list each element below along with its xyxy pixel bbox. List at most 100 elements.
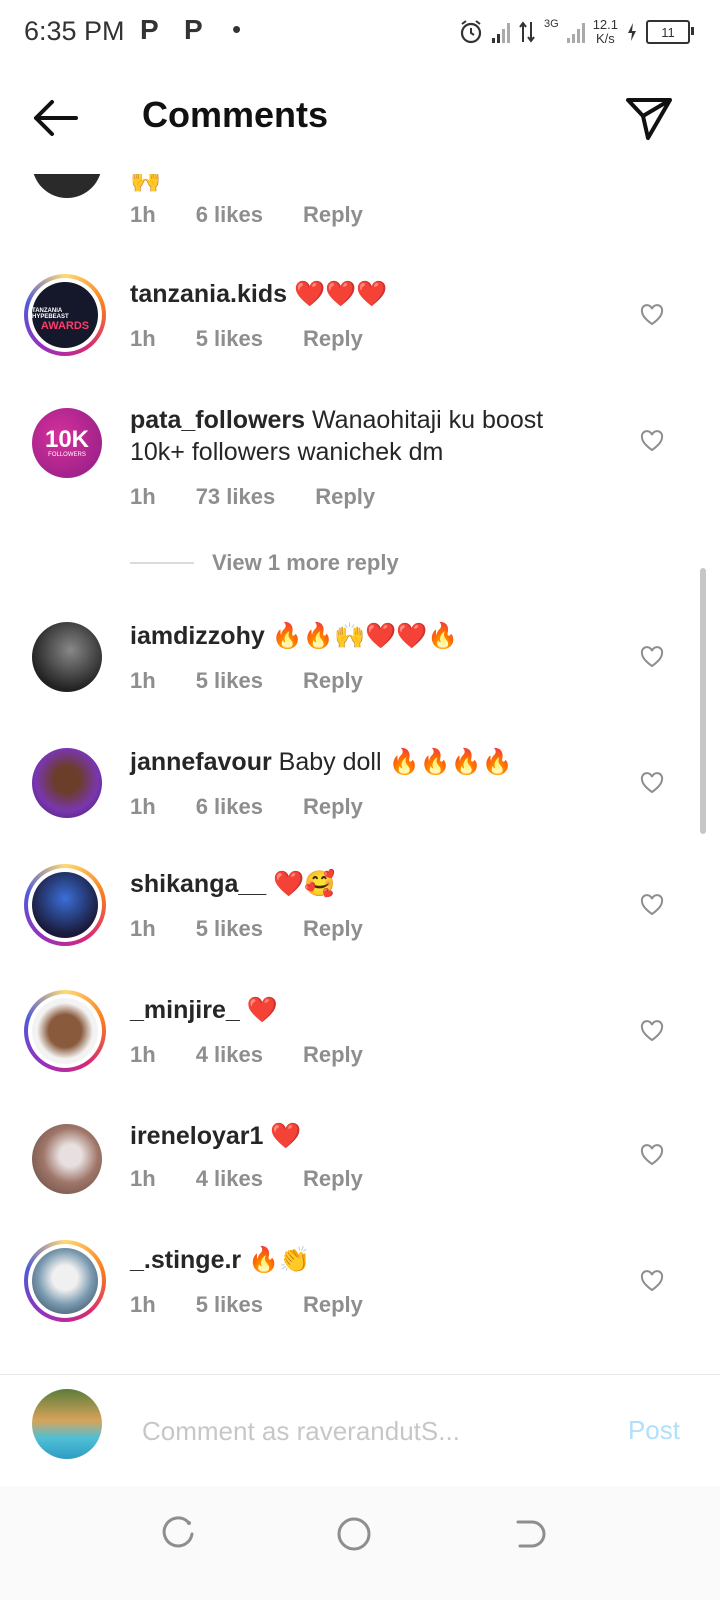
heart-icon[interactable]: [640, 894, 664, 916]
status-icons: 3G 12.1 K/s 11: [458, 14, 694, 50]
avatar[interactable]: [32, 622, 102, 692]
comment-username[interactable]: ireneloyar1: [130, 1122, 263, 1150]
view-more-replies-button[interactable]: View 1 more reply: [130, 550, 399, 576]
reply-button[interactable]: Reply: [303, 1292, 363, 1318]
system-nav-bar: [0, 1486, 720, 1600]
comment-username[interactable]: pata_followers: [130, 406, 305, 434]
comment-time: 1h: [130, 1292, 156, 1317]
speed-unit: K/s: [595, 31, 615, 46]
avatar[interactable]: [24, 990, 106, 1072]
comment-body: ❤️🥰: [273, 870, 336, 898]
signal-icon: [566, 21, 585, 43]
avatar[interactable]: [24, 1240, 106, 1322]
back-nav-icon[interactable]: [510, 1514, 550, 1554]
reply-button[interactable]: Reply: [303, 1166, 363, 1192]
heart-icon[interactable]: [640, 1144, 664, 1166]
comment-likes[interactable]: 5 likes: [196, 916, 263, 942]
comment-username[interactable]: tanzania.kids: [130, 280, 287, 308]
avatar[interactable]: TANZANIA HYPEBEAST AWARDS: [24, 274, 106, 356]
back-arrow-icon[interactable]: [30, 96, 80, 140]
comment-meta: 1h 6 likes Reply: [130, 794, 403, 820]
reply-button[interactable]: Reply: [303, 794, 363, 820]
battery-level: 11: [661, 24, 675, 40]
avatar-caption: FOLLOWERS: [48, 452, 86, 458]
comment-likes[interactable]: 5 likes: [196, 326, 263, 352]
header: Comments: [0, 64, 720, 174]
post-button[interactable]: Post: [628, 1415, 680, 1446]
alarm-icon: [460, 20, 482, 44]
charging-icon: [628, 23, 636, 41]
comment-meta: 1h 6 likes Reply: [130, 202, 403, 228]
comment-likes[interactable]: 6 likes: [196, 202, 263, 228]
comment-likes[interactable]: 4 likes: [196, 1166, 263, 1192]
comment-time: 1h: [130, 326, 156, 351]
comment-text: tanzania.kids ❤️❤️❤️: [130, 278, 600, 310]
avatar[interactable]: [32, 1124, 102, 1194]
comments-list[interactable]: 🙌 1h 6 likes Reply TANZANIA HYPEBEAST AW…: [0, 174, 720, 1374]
comment-time: 1h: [130, 794, 156, 819]
comment-likes[interactable]: 73 likes: [196, 484, 276, 510]
direct-send-icon[interactable]: [624, 94, 674, 144]
reply-button[interactable]: Reply: [303, 1042, 363, 1068]
signal-icon: [492, 21, 510, 43]
comment-body: Baby doll 🔥🔥🔥🔥: [278, 748, 513, 776]
status-bar: 6:35 PM P P • 3G 12.1 K/s 11: [0, 0, 720, 64]
comment-likes[interactable]: 6 likes: [196, 794, 263, 820]
comment-time: 1h: [130, 484, 156, 509]
comment-username[interactable]: jannefavour: [130, 748, 272, 776]
avatar[interactable]: 10K FOLLOWERS: [32, 408, 102, 478]
avatar[interactable]: [24, 864, 106, 946]
comment-meta: 1h 5 likes Reply: [130, 916, 403, 942]
comment-body: 🔥🔥🙌❤️❤️🔥: [271, 622, 459, 650]
comment-likes[interactable]: 5 likes: [196, 668, 263, 694]
comment-text: 🙌: [130, 174, 162, 194]
data-arrows-icon: [519, 21, 535, 43]
comment-body: ❤️: [246, 996, 278, 1024]
comment-time: 1h: [130, 916, 156, 941]
comment-body: ❤️❤️❤️: [293, 280, 388, 308]
avatar[interactable]: [32, 174, 102, 198]
comment-username[interactable]: _minjire_: [130, 996, 240, 1024]
comment-meta: 1h 5 likes Reply: [130, 668, 403, 694]
reply-button[interactable]: Reply: [315, 484, 375, 510]
comment-meta: 1h 4 likes Reply: [130, 1042, 403, 1068]
notification-p-icon: P: [140, 14, 159, 45]
heart-icon[interactable]: [640, 646, 664, 668]
reply-button[interactable]: Reply: [303, 668, 363, 694]
heart-icon[interactable]: [640, 1020, 664, 1042]
speed-value: 12.1: [592, 17, 618, 32]
notification-p-icon: P: [184, 14, 203, 45]
comment-username[interactable]: iamdizzohy: [130, 622, 265, 650]
reply-button[interactable]: Reply: [303, 916, 363, 942]
comment-composer: Post: [0, 1374, 720, 1487]
comment-body: ❤️: [270, 1122, 302, 1150]
comment-meta: 1h 5 likes Reply: [130, 1292, 403, 1318]
heart-icon[interactable]: [640, 1270, 664, 1292]
reply-button[interactable]: Reply: [303, 202, 363, 228]
comment-username[interactable]: _.stinge.r: [130, 1246, 241, 1274]
comment-input[interactable]: [140, 1405, 564, 1457]
comment-username[interactable]: shikanga__: [130, 870, 266, 898]
heart-icon[interactable]: [640, 772, 664, 794]
comment-text: ireneloyar1 ❤️: [130, 1120, 600, 1152]
scrollbar[interactable]: [700, 568, 706, 834]
network-type: 3G: [544, 18, 559, 30]
heart-icon[interactable]: [640, 304, 664, 326]
status-time: 6:35 PM: [24, 16, 125, 46]
comment-meta: 1h 73 likes Reply: [130, 484, 415, 510]
page-title: Comments: [142, 94, 329, 135]
comment-text: _.stinge.r 🔥👏: [130, 1244, 600, 1276]
battery-icon: 11: [646, 20, 694, 44]
comment-body: 🔥👏: [248, 1246, 311, 1274]
avatar[interactable]: [32, 748, 102, 818]
home-icon[interactable]: [334, 1514, 374, 1554]
notification-dot-icon: •: [232, 14, 242, 44]
recent-apps-icon[interactable]: [158, 1514, 198, 1554]
comment-text: _minjire_ ❤️: [130, 994, 600, 1026]
comment-meta: 1h 5 likes Reply: [130, 326, 403, 352]
comment-likes[interactable]: 5 likes: [196, 1292, 263, 1318]
heart-icon[interactable]: [640, 430, 664, 452]
reply-button[interactable]: Reply: [303, 326, 363, 352]
comment-time: 1h: [130, 202, 156, 227]
comment-likes[interactable]: 4 likes: [196, 1042, 263, 1068]
